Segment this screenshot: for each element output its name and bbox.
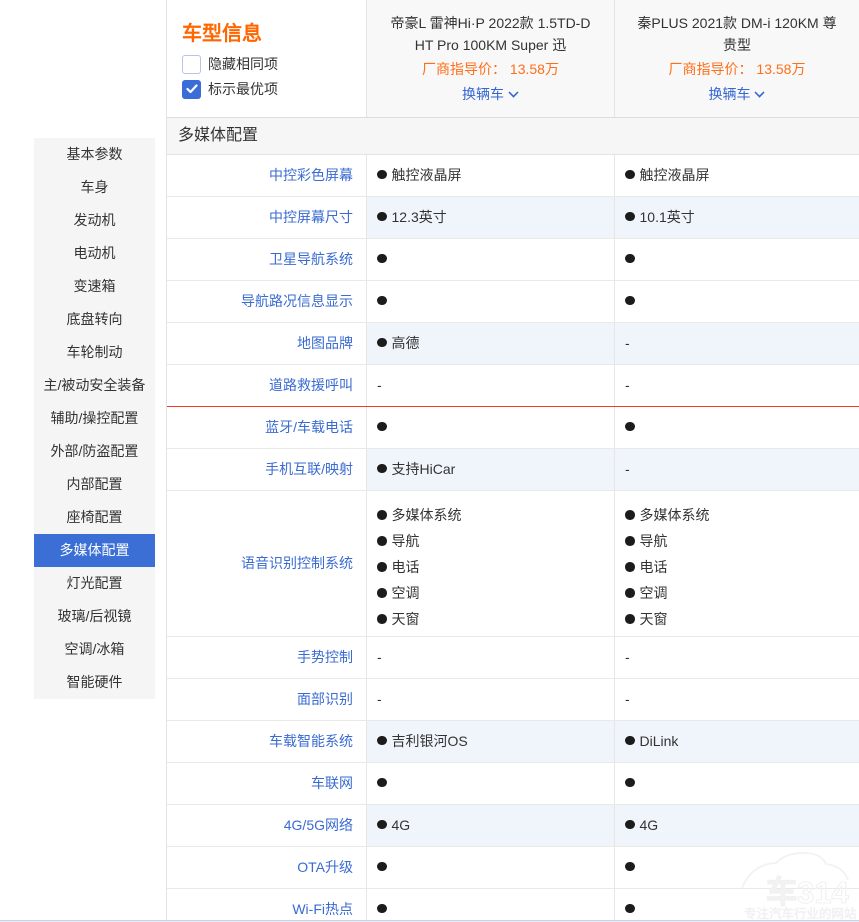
svg-text:专注汽车行业的网站: 专注汽车行业的网站	[744, 906, 857, 921]
svg-text:车314: 车314	[766, 875, 849, 910]
